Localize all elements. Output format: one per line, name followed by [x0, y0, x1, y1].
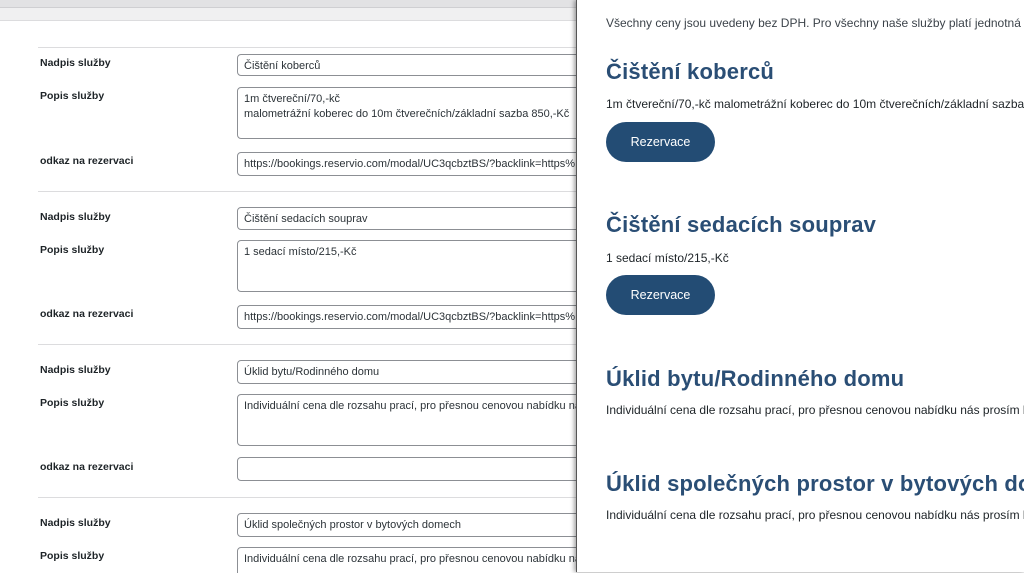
reservation-button[interactable]: Rezervace: [606, 122, 715, 162]
service-desc-line: Individuální cena dle rozsahu prací, pro…: [244, 400, 576, 412]
service-link-label: odkaz na rezervaci: [40, 461, 134, 473]
service-desc-line: Individuální cena dle rozsahu prací, pro…: [244, 553, 576, 565]
service-title-field[interactable]: Úklid společných prostor v bytových dome…: [237, 513, 576, 537]
admin-top-divider: [0, 7, 576, 8]
service-desc-label: Popis služby: [40, 244, 105, 256]
service-desc-field[interactable]: 1 sedací místo/215,-Kč: [237, 240, 576, 292]
live-preview-panel: Všechny ceny jsou uvedeny bez DPH. Pro v…: [576, 0, 1024, 572]
service-desc-label: Popis služby: [40, 550, 105, 562]
service-title-field[interactable]: Úklid bytu/Rodinného domu: [237, 360, 576, 384]
service-link-label: odkaz na rezervaci: [40, 308, 134, 320]
service-link-field[interactable]: https://bookings.reservio.com/modal/UC3q…: [237, 305, 576, 329]
service-divider: [38, 47, 576, 48]
service-link-field[interactable]: https://bookings.reservio.com/modal/UC3q…: [237, 152, 576, 176]
service-title-label: Nadpis služby: [40, 57, 111, 69]
service-desc-field[interactable]: Individuální cena dle rozsahu prací, pro…: [237, 394, 576, 446]
admin-top-bar: [0, 0, 576, 7]
service-desc-line: malometrážní koberec do 10m čtverečních/…: [244, 108, 570, 120]
service-link-label: odkaz na rezervaci: [40, 155, 134, 167]
admin-editor-panel: Nadpis služby Čištění koberců Popis služ…: [0, 20, 576, 573]
service-divider: [38, 497, 576, 498]
service-description: 1 sedací místo/215,-Kč: [606, 251, 729, 265]
service-desc-field[interactable]: 1m čtvereční/70,-kč malometrážní koberec…: [237, 87, 576, 139]
service-heading: Úklid společných prostor v bytových dom: [606, 471, 1024, 496]
service-heading: Čištění koberců: [606, 59, 775, 84]
service-desc-line: 1m čtvereční/70,-kč: [244, 93, 340, 105]
reservation-button[interactable]: Rezervace: [606, 275, 715, 315]
service-divider: [38, 344, 576, 345]
service-title-field[interactable]: Čištění sedacích souprav: [237, 207, 576, 230]
service-link-field[interactable]: [237, 457, 576, 481]
service-description: 1m čtvereční/70,-kč malometrážní koberec…: [606, 97, 1024, 111]
service-description: Individuální cena dle rozsahu prací, pro…: [606, 403, 1024, 417]
service-title-label: Nadpis služby: [40, 211, 111, 223]
service-desc-label: Popis služby: [40, 90, 105, 102]
service-title-field[interactable]: Čištění koberců: [237, 54, 576, 76]
service-heading: Úklid bytu/Rodinného domu: [606, 366, 905, 391]
pricing-intro-text: Všechny ceny jsou uvedeny bez DPH. Pro v…: [606, 16, 1024, 30]
service-desc-label: Popis služby: [40, 397, 105, 409]
service-desc-field[interactable]: Individuální cena dle rozsahu prací, pro…: [237, 547, 576, 573]
service-title-label: Nadpis služby: [40, 364, 111, 376]
service-title-label: Nadpis služby: [40, 517, 111, 529]
service-heading: Čištění sedacích souprav: [606, 212, 877, 237]
service-desc-line: 1 sedací místo/215,-Kč: [244, 246, 357, 258]
service-description: Individuální cena dle rozsahu prací, pro…: [606, 508, 1024, 522]
service-divider: [38, 191, 576, 192]
